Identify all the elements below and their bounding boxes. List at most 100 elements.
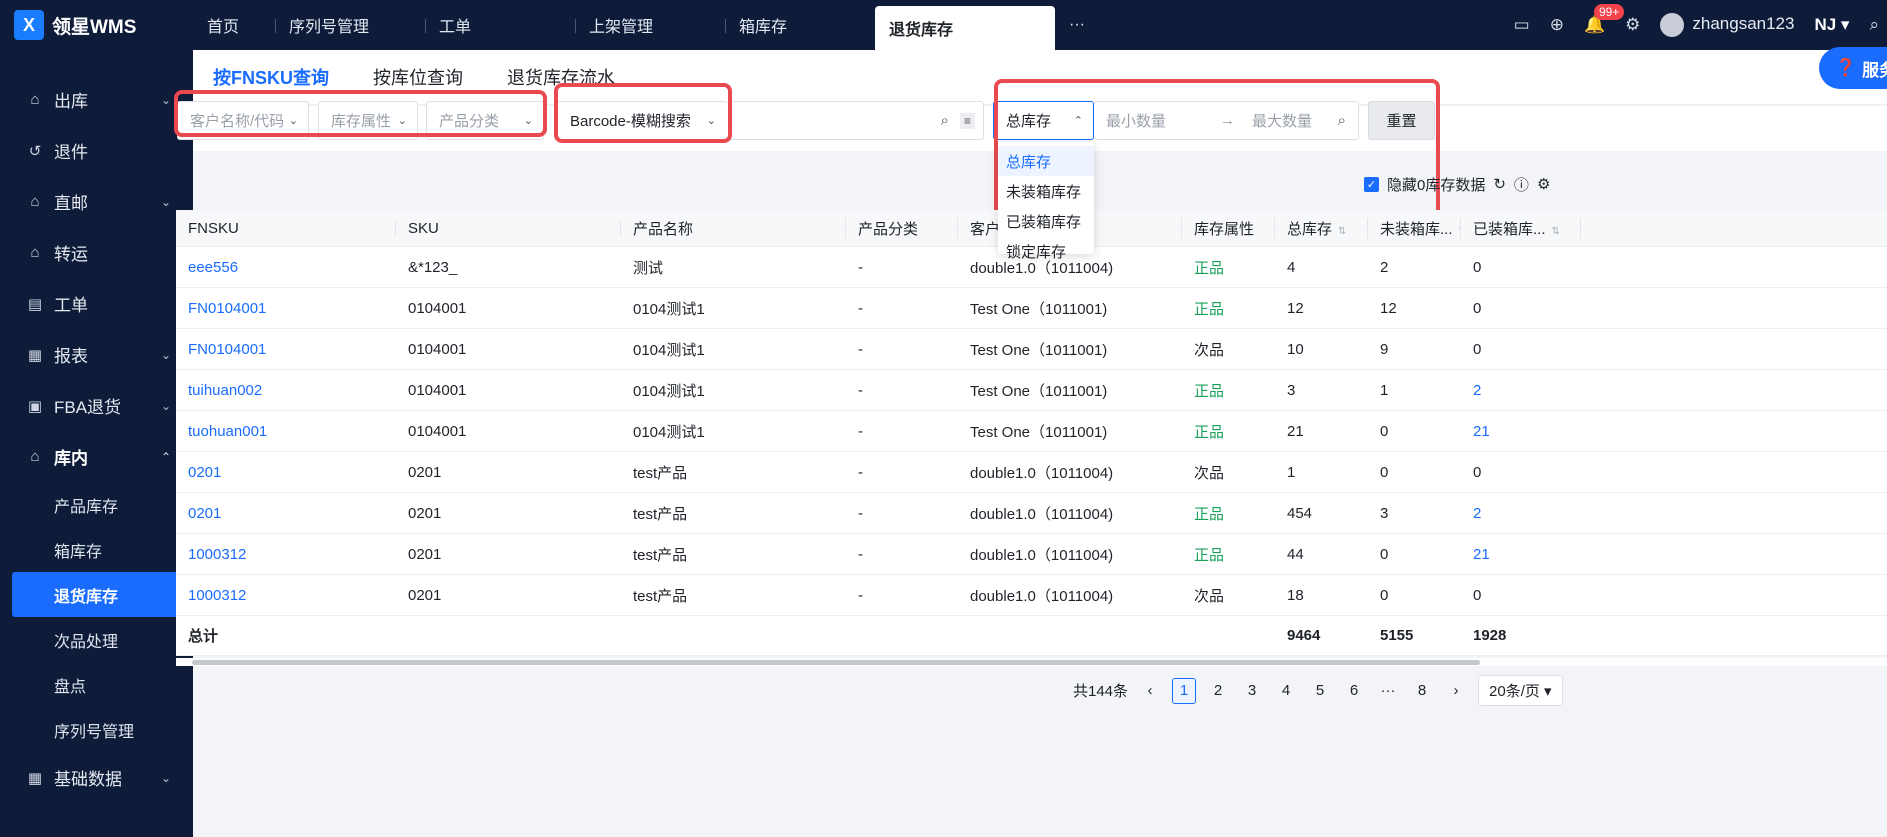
service-label: 服务 [1862, 60, 1887, 80]
quantity-range[interactable]: 最小数量 → 最大数量 ⌕ [1094, 101, 1359, 140]
tab-serial[interactable]: 序列号管理 [275, 0, 425, 50]
sidebar-sub-serial[interactable]: 序列号管理 [0, 707, 193, 752]
cell-fnsku[interactable]: tuihuan002 [176, 382, 396, 399]
sidebar-item-workorder[interactable]: ▤ 工单 [0, 278, 193, 329]
cell-boxed[interactable]: 2 [1461, 505, 1581, 522]
sidebar-item-warehouse[interactable]: ⌂ 库内 ⌃ [0, 431, 193, 482]
chevron-down-icon: ⌄ [160, 770, 171, 785]
col-unboxed[interactable]: 未装箱库...⇅ [1368, 217, 1461, 239]
help-icon[interactable]: ⓘ [1514, 174, 1529, 195]
max-quantity-input[interactable]: 最大数量 [1252, 110, 1312, 131]
sidebar-item-outbound[interactable]: ⌂ 出库 ⌄ [0, 74, 193, 125]
cell-fnsku[interactable]: 1000312 [176, 587, 396, 604]
sidebar-item-base-data[interactable]: ▦ 基础数据 ⌄ [0, 752, 193, 803]
settings-icon[interactable]: ⚙ [1537, 175, 1550, 193]
tab-box-stock[interactable]: 箱库存 [725, 0, 875, 50]
stock-attr-select[interactable]: 库存属性 ⌄ [318, 101, 418, 140]
reset-button[interactable]: 重置 [1368, 101, 1435, 140]
cell-total: 21 [1287, 422, 1304, 440]
cell-fnsku[interactable]: 0201 [176, 505, 396, 522]
page-8[interactable]: 8 [1410, 678, 1434, 704]
cell-fnsku[interactable]: tuohuan001 [176, 423, 396, 440]
page-ellipsis[interactable]: ··· [1376, 678, 1400, 704]
table-row: FN0104001 0104001 0104测试1 - Test One（1011001… [176, 288, 1887, 329]
hide-zero-checkbox[interactable]: ✓ [1364, 176, 1379, 192]
sidebar-item-transfer[interactable]: ⌂ 转运 [0, 227, 193, 278]
search-input[interactable]: ⌕ ≡ [726, 101, 984, 140]
tab-label: 箱库存 [739, 19, 788, 36]
tab-more-button[interactable]: ··· [1055, 0, 1115, 50]
cell-boxed[interactable]: 21 [1461, 423, 1581, 440]
cell-total: 454 [1287, 504, 1313, 522]
tab-return-flow[interactable]: 退货库存流水 [507, 64, 615, 90]
sidebar-item-report[interactable]: ▦ 报表 ⌄ [0, 329, 193, 380]
cell-boxed[interactable]: 2 [1461, 382, 1581, 399]
sidebar-sub-product-stock[interactable]: 产品库存 [0, 482, 193, 527]
min-quantity-input[interactable]: 最小数量 [1106, 110, 1166, 131]
search-icon[interactable]: ⌕ [1338, 112, 1346, 129]
prev-page-button[interactable]: ‹ [1138, 678, 1162, 704]
cell-fnsku[interactable]: 0201 [176, 464, 396, 481]
dropdown-option-total[interactable]: 总库存 [998, 146, 1094, 176]
arrow-right-icon: → [1220, 112, 1235, 129]
page-2[interactable]: 2 [1206, 678, 1230, 704]
page-size-select[interactable]: 20条/页 ▾ [1478, 675, 1563, 706]
sidebar-item-return[interactable]: ↺ 退件 [0, 125, 193, 176]
col-total[interactable]: 总库存 ⇅ [1275, 217, 1368, 239]
sidebar-sub-return-stock[interactable]: 退货库存 [12, 572, 185, 617]
inbox-icon[interactable]: ▭ [1514, 15, 1530, 35]
cell-unboxed: 9 [1380, 340, 1389, 358]
tab-putaway[interactable]: 上架管理 [575, 0, 725, 50]
cell-fnsku[interactable]: FN0104001 [176, 300, 396, 317]
settings-icon[interactable]: ⚙ [1625, 15, 1640, 35]
dropdown-option-boxed[interactable]: 已装箱库存 [998, 206, 1094, 236]
user-menu[interactable]: zhangsan123 [1660, 13, 1794, 37]
sidebar-sub-inventory-check[interactable]: 盘点 [0, 662, 193, 707]
page-1[interactable]: 1 [1172, 677, 1197, 704]
service-button[interactable]: ❓ 服务 [1819, 47, 1887, 89]
next-page-button[interactable]: › [1444, 678, 1468, 704]
dropdown-option-locked[interactable]: 锁定库存 [998, 236, 1094, 266]
bell-icon[interactable]: 🔔 99+ [1584, 4, 1625, 35]
fba-icon: ▣ [27, 397, 43, 415]
cell-boxed: 0 [1473, 258, 1482, 276]
cell-sku: 0104001 [408, 299, 467, 317]
chevron-down-icon: ⌄ [706, 115, 716, 127]
filter-list-icon[interactable]: ≡ [959, 112, 975, 129]
tab-by-location[interactable]: 按库位查询 [373, 64, 463, 90]
customer-select[interactable]: 客户名称/代码 ⌄ [177, 101, 309, 140]
cell-fnsku[interactable]: eee556 [176, 259, 396, 276]
category-select[interactable]: 产品分类 ⌄ [426, 101, 544, 140]
page-5[interactable]: 5 [1308, 678, 1332, 704]
tab-by-fnsku[interactable]: 按FNSKU查询 [213, 64, 329, 90]
sidebar-sub-box-stock[interactable]: 箱库存 [0, 527, 193, 572]
tab-home[interactable]: 首页 [193, 0, 275, 50]
tab-workorder[interactable]: 工单 [425, 0, 575, 50]
scrollbar-thumb[interactable] [192, 660, 1480, 665]
col-unboxed-label: 未装箱库... [1380, 220, 1453, 238]
col-boxed[interactable]: 已装箱库... ⇅ [1461, 217, 1581, 239]
page-3[interactable]: 3 [1240, 678, 1264, 704]
search-mode-select[interactable]: Barcode-模糊搜索 ⌄ [557, 101, 727, 140]
chevron-up-icon: ⌃ [160, 449, 171, 464]
cell-product-name: 0104测试1 [633, 382, 705, 400]
page-6[interactable]: 6 [1342, 678, 1366, 704]
sidebar-item-direct-mail[interactable]: ⌂ 直邮 ⌄ [0, 176, 193, 227]
stock-type-select[interactable]: 总库存 ⌃ [993, 101, 1094, 140]
page-4[interactable]: 4 [1274, 678, 1298, 704]
search-icon[interactable]: ⌕ [941, 112, 949, 129]
sidebar-item-fba-return[interactable]: ▣ FBA退货 ⌄ [0, 380, 193, 431]
app-logo[interactable]: X 领星WMS [0, 0, 193, 50]
sidebar-sub-defect[interactable]: 次品处理 [0, 617, 193, 662]
horizontal-scrollbar[interactable] [176, 658, 1887, 666]
tab-return-stock[interactable]: 退货库存 [875, 6, 1055, 50]
search-icon[interactable]: ⌕ [1869, 15, 1879, 35]
cell-stock-attr: 正品 [1194, 505, 1225, 523]
cell-boxed[interactable]: 21 [1461, 546, 1581, 563]
refresh-icon[interactable]: ↻ [1493, 175, 1506, 193]
language-switch[interactable]: NJ ▾ [1814, 15, 1849, 35]
cell-fnsku[interactable]: FN0104001 [176, 341, 396, 358]
dropdown-option-unboxed[interactable]: 未装箱库存 [998, 176, 1094, 206]
cell-fnsku[interactable]: 1000312 [176, 546, 396, 563]
download-icon[interactable]: ⊕ [1550, 15, 1564, 35]
